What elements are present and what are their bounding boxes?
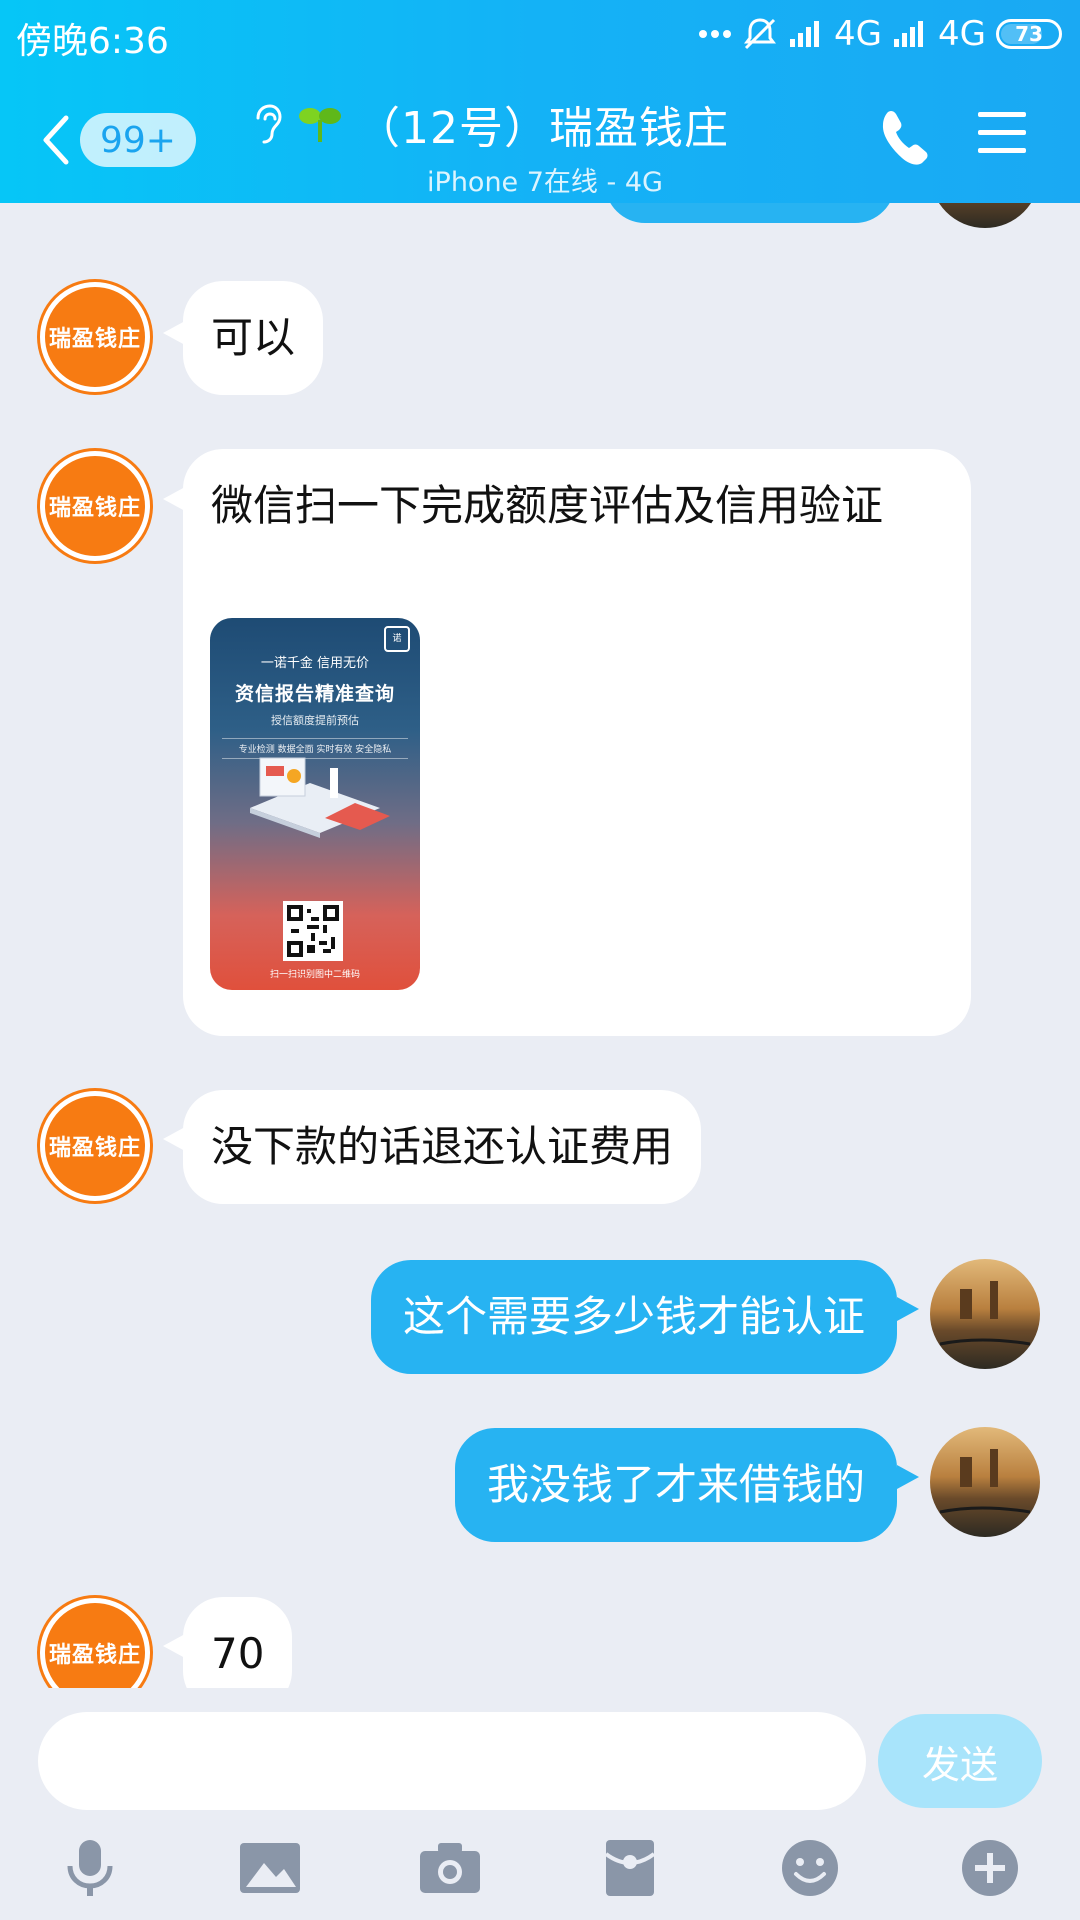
image-icon	[240, 1843, 300, 1893]
qr-code-image[interactable]: 诺 一诺千金 信用无价 资信报告精准查询 授信额度提前预估 专业检测 数据全面 …	[210, 618, 420, 990]
qr-image-caption: 扫一扫识别图中二维码	[269, 970, 360, 980]
message-text: 没下款的话退还认证费用	[211, 1122, 674, 1171]
menu-icon	[978, 112, 1026, 153]
contact-avatar-text: 瑞盈钱庄	[48, 327, 141, 352]
message-bubble-outgoing[interactable]: 这个需要多少钱才能认证	[370, 1260, 897, 1374]
red-packet-button[interactable]	[590, 1828, 670, 1908]
contact-avatar[interactable]: 瑞盈钱庄	[40, 1598, 150, 1688]
qr-image-slogan: 一诺千金 信用无价	[260, 656, 370, 671]
brand-logo: 诺	[384, 626, 410, 652]
more-button[interactable]	[950, 1828, 1030, 1908]
online-status: iPhone 7在线 - 4G	[427, 167, 663, 198]
status-bar: 傍晚6:36 4G 4G 73	[0, 0, 1080, 70]
nav-bar: 99+ （12号）瑞盈钱庄 iPhone 7在线 - 4G	[0, 80, 1080, 200]
contact-avatar-text: 瑞盈钱庄	[48, 1643, 141, 1668]
chevron-left-icon	[43, 115, 69, 165]
status-icons: 4G 4G 73	[698, 14, 1062, 54]
contact-avatar-text: 瑞盈钱庄	[48, 1136, 141, 1161]
photo-button[interactable]	[230, 1828, 310, 1908]
contact-avatar[interactable]: 瑞盈钱庄	[40, 282, 150, 392]
contact-avatar-text: 瑞盈钱庄	[48, 496, 141, 521]
emoji-button[interactable]	[770, 1828, 850, 1908]
back-button[interactable]: 99+	[40, 105, 200, 175]
camera-button[interactable]	[410, 1828, 490, 1908]
message-text: 这个需要多少钱才能认证	[402, 1292, 865, 1341]
message-bubble-outgoing[interactable]: 我没钱了才来借钱的	[454, 1428, 897, 1542]
message-bubble[interactable]: 可以	[183, 281, 324, 395]
message-text: 我没钱了才来借钱的	[486, 1460, 865, 1509]
input-toolbar	[0, 1828, 1080, 1918]
menu-button[interactable]	[976, 110, 1028, 160]
contact-avatar[interactable]: 瑞盈钱庄	[40, 1091, 150, 1201]
ear-icon	[256, 104, 282, 144]
send-button[interactable]: 发送	[878, 1714, 1042, 1808]
microphone-icon	[67, 1840, 113, 1896]
mute-bell-icon	[744, 18, 777, 50]
voice-button[interactable]	[50, 1828, 130, 1908]
previous-outgoing-bubble	[605, 203, 895, 223]
contact-avatar[interactable]: 瑞盈钱庄	[40, 451, 150, 561]
message-text: 微信扫一下完成额度评估及信用验证	[211, 481, 884, 530]
battery-icon: 73	[996, 19, 1062, 49]
status-time: 傍晚6:36	[16, 21, 169, 62]
self-avatar[interactable]	[930, 1427, 1040, 1537]
message-text: 70	[211, 1629, 265, 1678]
camera-icon	[420, 1843, 480, 1893]
plus-icon	[962, 1840, 1018, 1896]
chat-header: 傍晚6:36 4G 4G 73 99+ （12号）瑞盈钱庄 iPhone 7在线…	[0, 0, 1080, 203]
emoji-icon	[782, 1840, 838, 1896]
red-packet-icon	[604, 1840, 656, 1896]
self-avatar[interactable]	[930, 203, 1040, 228]
input-area: 发送	[0, 1688, 1080, 1920]
qr-image-subheading: 授信额度提前预估	[271, 714, 359, 727]
sprout-icon	[299, 108, 341, 142]
message-text: 可以	[211, 313, 296, 362]
network-label-2: 4G	[938, 14, 986, 54]
qr-code	[283, 901, 343, 961]
chat-title: （12号）瑞盈钱庄	[356, 103, 729, 154]
battery-level: 73	[1015, 22, 1043, 46]
title-block[interactable]: （12号）瑞盈钱庄 iPhone 7在线 - 4G	[250, 92, 850, 199]
message-bubble[interactable]: 没下款的话退还认证费用	[183, 1090, 702, 1204]
qr-image-headline: 资信报告精准查询	[234, 683, 395, 705]
dashboard-illustration	[250, 757, 390, 838]
message-input[interactable]	[38, 1712, 866, 1810]
message-list[interactable]: 瑞盈钱庄 可以 瑞盈钱庄 微信扫一下完成额度评估及信用验证 诺 一诺千金 信用无…	[0, 203, 1080, 1688]
network-label-1: 4G	[834, 14, 883, 54]
self-avatar[interactable]	[930, 1259, 1040, 1369]
more-dots-icon	[699, 30, 732, 38]
phone-icon	[882, 110, 928, 165]
phone-call-button[interactable]	[878, 106, 930, 166]
signal-icon-1	[790, 21, 820, 47]
message-bubble[interactable]: 70	[183, 1597, 293, 1688]
unread-badge: 99+	[80, 113, 196, 167]
signal-icon-2	[894, 21, 924, 47]
